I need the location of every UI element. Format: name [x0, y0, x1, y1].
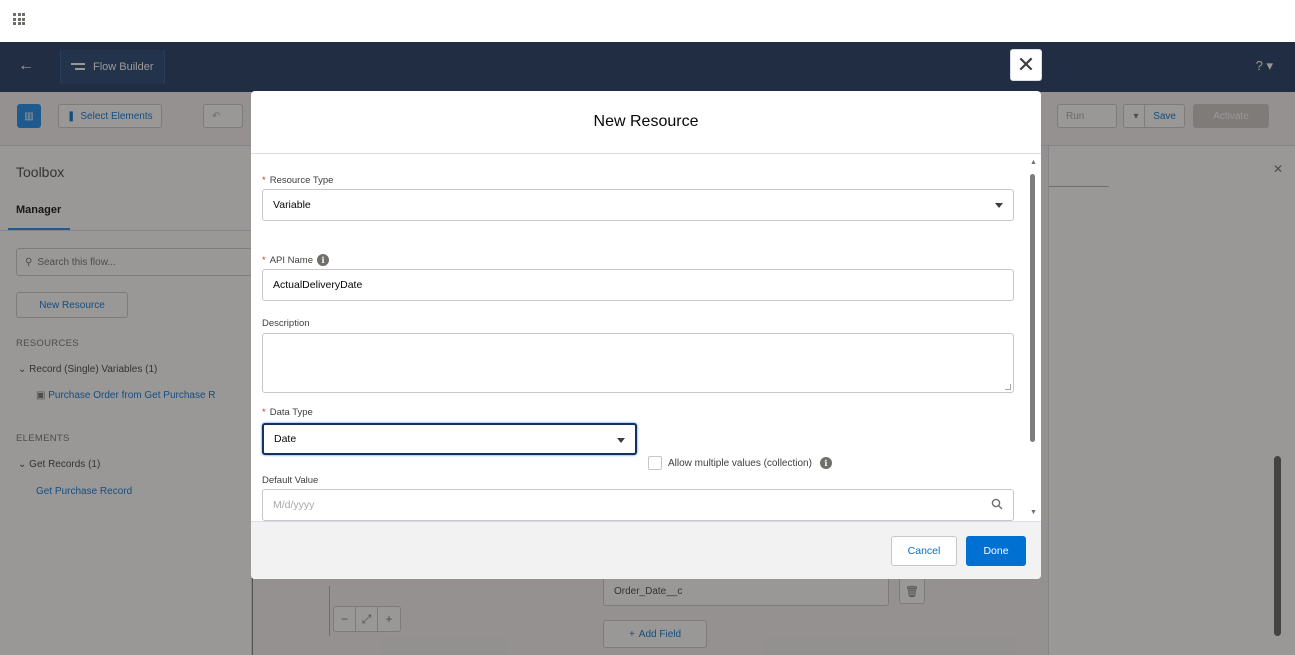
modal-scrollbar[interactable]: ▲ ▼ — [1030, 159, 1037, 517]
resource-type-label: * Resource Type — [262, 175, 334, 186]
chevron-down-icon — [995, 203, 1003, 208]
scroll-thumb[interactable] — [1030, 174, 1035, 442]
cancel-button[interactable]: Cancel — [891, 536, 957, 566]
search-icon — [991, 498, 1003, 510]
data-type-label: * Data Type — [262, 407, 313, 418]
scroll-up-icon[interactable]: ▲ — [1030, 159, 1037, 166]
info-icon[interactable]: i — [819, 457, 832, 469]
new-resource-modal: New Resource * Resource Type Variable * AP… — [251, 91, 1041, 579]
modal-body: * Resource Type Variable * API Name i Actu… — [251, 154, 1041, 521]
chevron-down-icon — [617, 438, 625, 443]
api-name-label: * API Name i — [262, 254, 329, 266]
close-modal-button[interactable]: ✕ — [1010, 49, 1042, 81]
scroll-down-icon[interactable]: ▼ — [1030, 509, 1037, 516]
description-textarea[interactable] — [262, 333, 1014, 393]
default-value-input[interactable]: M/d/yyyy — [262, 489, 1014, 521]
done-button[interactable]: Done — [966, 536, 1026, 566]
modal-footer: Cancel Done — [251, 521, 1041, 579]
data-type-select[interactable]: Date — [262, 423, 637, 455]
allow-multiple-label: Allow multiple values (collection) i — [668, 457, 832, 469]
resize-handle-icon[interactable] — [1005, 384, 1011, 390]
description-label: Description — [262, 318, 310, 329]
resource-type-select[interactable]: Variable — [262, 189, 1014, 221]
app-launcher-icon[interactable] — [13, 13, 25, 25]
info-icon[interactable]: i — [317, 254, 329, 266]
default-value-label: Default Value — [262, 475, 319, 486]
allow-multiple-checkbox[interactable] — [648, 456, 662, 470]
api-name-input[interactable]: ActualDeliveryDate — [262, 269, 1014, 301]
modal-title: New Resource — [251, 91, 1041, 154]
app-launcher-strip — [0, 0, 1295, 42]
close-icon: ✕ — [1016, 52, 1036, 77]
